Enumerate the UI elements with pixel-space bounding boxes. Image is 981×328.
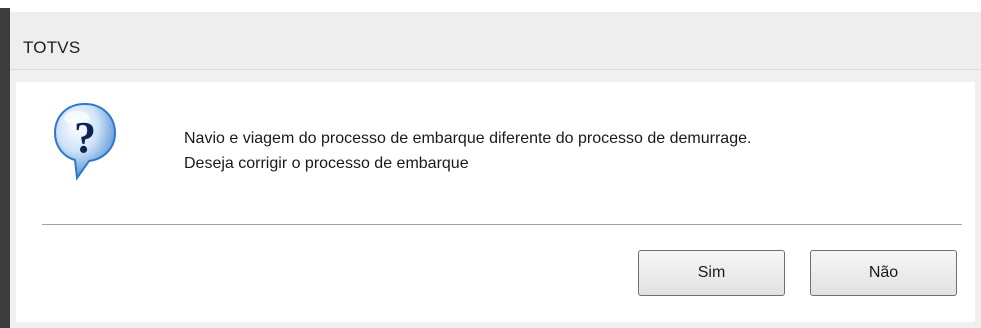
dialog-body: ? Navio e viagem do processo de embarque…: [16, 82, 975, 322]
separator-line: [42, 224, 962, 225]
title-bar[interactable]: TOTVS: [10, 12, 981, 70]
message-line-1: Navio e viagem do processo de embarque d…: [184, 130, 752, 147]
screen: TOTVS ? Navio e viagem do processo de em…: [0, 0, 981, 328]
yes-button[interactable]: Sim: [638, 250, 785, 296]
message-dialog: TOTVS ? Navio e viagem do processo de em…: [10, 12, 981, 328]
svg-text:?: ?: [74, 113, 96, 162]
message-line-2: Deseja corrigir o processo de embarque: [184, 155, 469, 172]
dialog-message: Navio e viagem do processo de embarque d…: [184, 126, 751, 176]
dialog-title: TOTVS: [23, 38, 81, 57]
no-button[interactable]: Não: [810, 250, 957, 296]
background-window-edge: [0, 8, 10, 328]
question-icon: ?: [52, 100, 118, 184]
